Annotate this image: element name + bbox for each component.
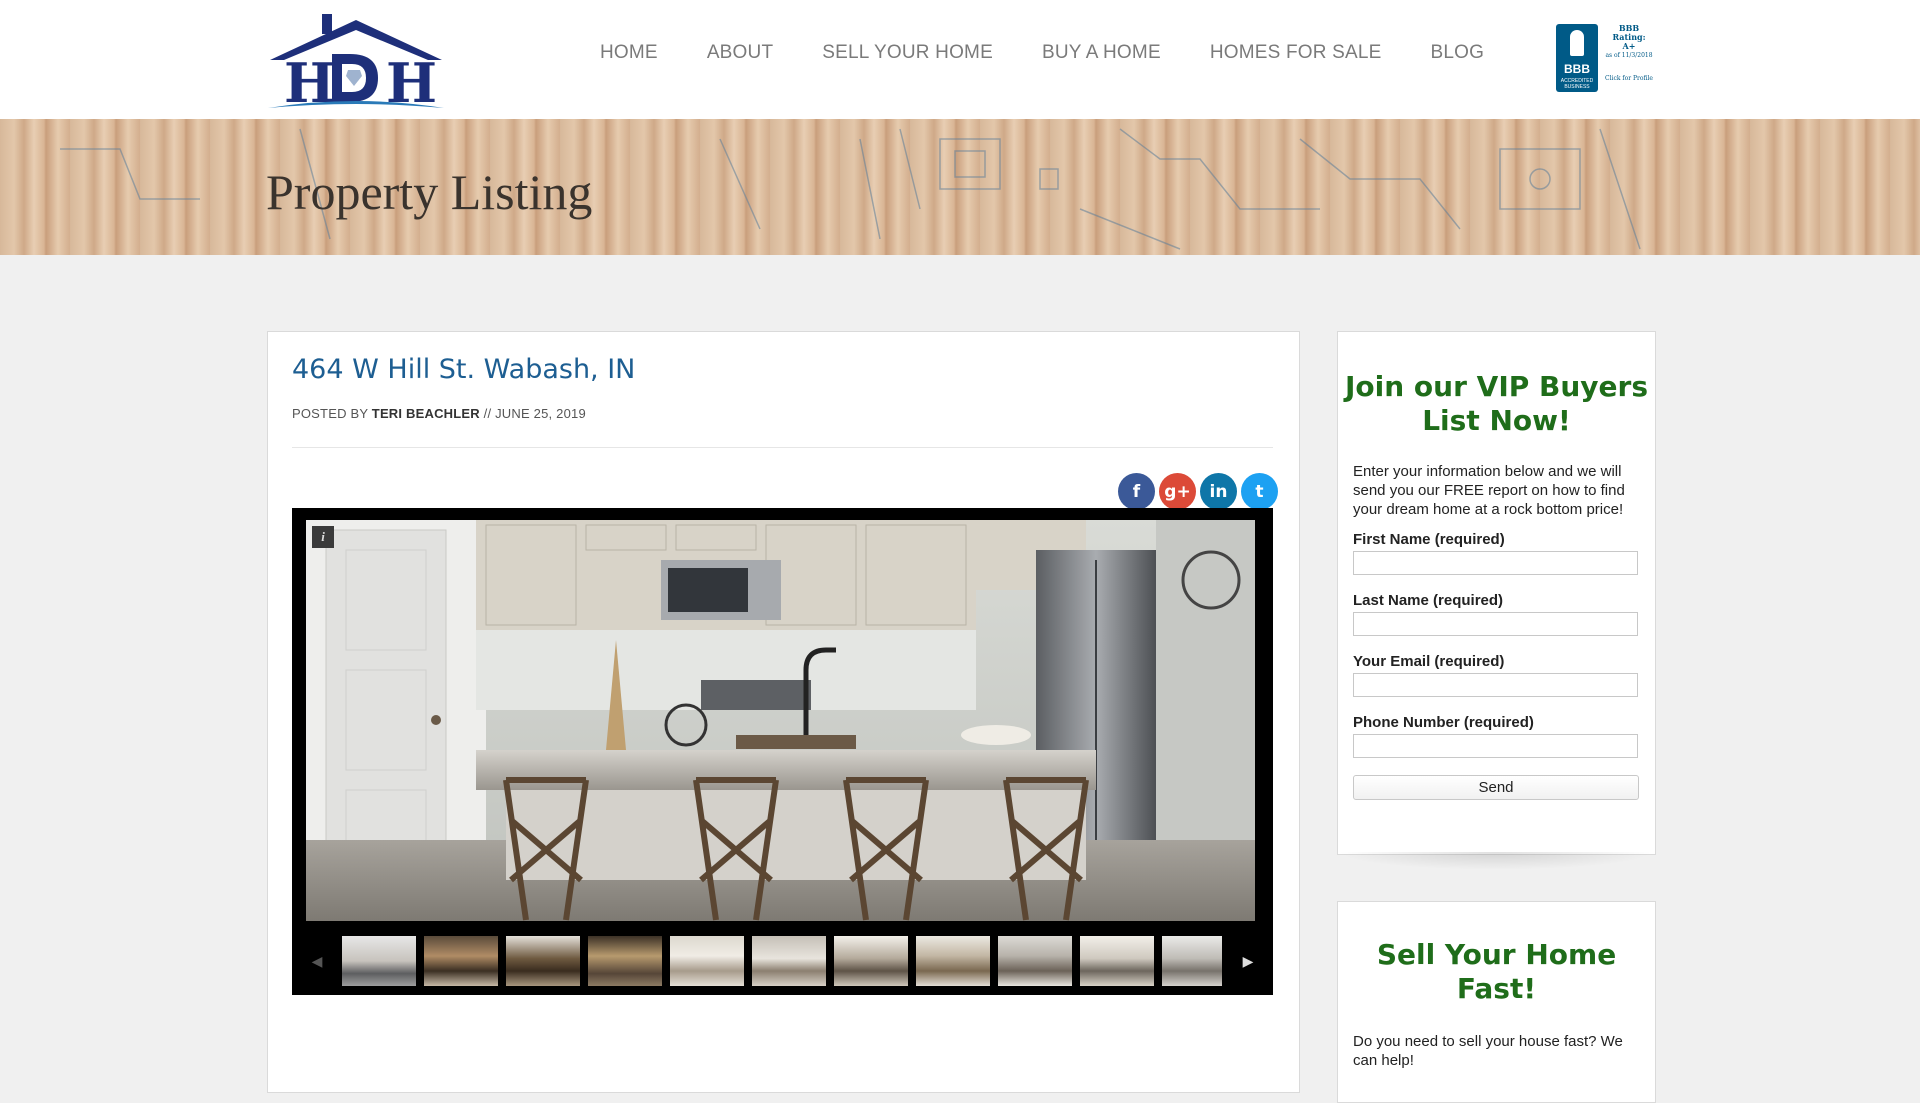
send-button[interactable]: Send — [1353, 775, 1639, 800]
house-logo-icon: H H — [268, 14, 444, 115]
facebook-share-icon[interactable]: f — [1118, 473, 1155, 510]
torch-icon — [1570, 30, 1584, 56]
gallery-thumbnail[interactable] — [588, 936, 662, 986]
bbb-rating: BBB Rating: A+ as of 11/3/2018 Click for… — [1602, 24, 1656, 94]
post-author[interactable]: TERI BEACHLER — [372, 406, 480, 421]
gallery-main-image[interactable] — [306, 520, 1255, 921]
sell-widget-title: Sell Your Home Fast! — [1376, 938, 1617, 1005]
gallery-thumbnail[interactable] — [424, 936, 498, 986]
phone-label: Phone Number (required) — [1353, 714, 1534, 731]
site-logo[interactable]: H H — [266, 14, 446, 115]
email-label: Your Email (required) — [1353, 653, 1505, 670]
nav-buy-a-home[interactable]: BUY A HOME — [1042, 42, 1161, 64]
post-meta: POSTED BY TERI BEACHLER // JUNE 25, 2019 — [292, 406, 586, 421]
gallery-thumbnails: ◀ ▶ — [292, 936, 1273, 986]
gallery-next-arrow-icon[interactable]: ▶ — [1233, 936, 1263, 986]
posted-by-label: POSTED BY — [292, 406, 368, 421]
bbb-seal-word: BBB — [1564, 62, 1590, 76]
vip-widget-title: Join our VIP Buyers List Now! — [1344, 370, 1648, 437]
nav-home[interactable]: HOME — [600, 42, 658, 64]
bbb-click-profile: Click for Profile — [1605, 75, 1653, 82]
thumbnail-strip — [342, 936, 1222, 986]
bbb-badge[interactable]: BBB ACCREDITED BUSINESS BBB Rating: A+ a… — [1556, 24, 1656, 94]
gallery-thumbnail[interactable] — [916, 936, 990, 986]
linkedin-share-icon[interactable]: in — [1200, 473, 1237, 510]
gallery-thumbnail[interactable] — [506, 936, 580, 986]
nav-homes-for-sale[interactable]: HOMES FOR SALE — [1210, 42, 1382, 64]
twitter-share-icon[interactable]: t — [1241, 473, 1278, 510]
first-name-label: First Name (required) — [1353, 531, 1505, 548]
page-banner: Property Listing — [0, 119, 1920, 255]
gallery-thumbnail[interactable] — [1080, 936, 1154, 986]
info-icon[interactable]: i — [312, 526, 334, 548]
bbb-seal-icon: BBB ACCREDITED BUSINESS — [1556, 24, 1598, 92]
svg-text:H: H — [284, 51, 335, 110]
gallery-thumbnail[interactable] — [670, 936, 744, 986]
post-date: JUNE 25, 2019 — [495, 406, 586, 421]
last-name-input[interactable] — [1353, 612, 1638, 636]
page-title: Property Listing — [266, 164, 593, 220]
photo-gallery: i ◀ ▶ — [292, 508, 1273, 995]
gallery-thumbnail[interactable] — [1162, 936, 1222, 986]
svg-text:H: H — [386, 51, 437, 110]
google-plus-share-icon[interactable]: g+ — [1159, 473, 1196, 510]
last-name-label: Last Name (required) — [1353, 592, 1504, 609]
gallery-prev-arrow-icon[interactable]: ◀ — [302, 936, 332, 986]
vip-widget-description: Enter your information below and we will… — [1353, 463, 1625, 518]
widget-shadow — [1337, 852, 1654, 870]
meta-divider — [292, 447, 1273, 448]
phone-input[interactable] — [1353, 734, 1638, 758]
gallery-thumbnail[interactable] — [342, 936, 416, 986]
sell-widget-description: Do you need to sell your house fast? We … — [1353, 1033, 1623, 1069]
gallery-thumbnail[interactable] — [998, 936, 1072, 986]
share-buttons: f g+ in t — [1114, 473, 1278, 510]
kitchen-photo — [306, 520, 1255, 921]
vip-buyers-widget: Join our VIP Buyers List Now! Enter your… — [1337, 331, 1656, 855]
site-header: H H HOME ABOUT SELL YOUR HOME BUY A HOME… — [0, 0, 1920, 119]
meta-separator: // — [483, 406, 492, 421]
nav-sell-your-home[interactable]: SELL YOUR HOME — [822, 42, 993, 64]
email-input[interactable] — [1353, 673, 1638, 697]
sell-home-widget: Sell Your Home Fast! Do you need to sell… — [1337, 901, 1656, 1103]
nav-blog[interactable]: BLOG — [1431, 42, 1485, 64]
post-card: 464 W Hill St. Wabash, IN POSTED BY TERI… — [267, 331, 1300, 1093]
first-name-input[interactable] — [1353, 551, 1638, 575]
gallery-thumbnail[interactable] — [834, 936, 908, 986]
bbb-accredited: ACCREDITED BUSINESS — [1560, 78, 1594, 90]
gallery-thumbnail[interactable] — [752, 936, 826, 986]
main-nav: HOME ABOUT SELL YOUR HOME BUY A HOME HOM… — [600, 42, 1484, 64]
nav-about[interactable]: ABOUT — [707, 42, 773, 64]
bbb-rating-line3: A+ — [1622, 41, 1636, 51]
post-title[interactable]: 464 W Hill St. Wabash, IN — [292, 354, 635, 385]
bbb-as-of: as of 11/3/2018 — [1605, 52, 1653, 59]
